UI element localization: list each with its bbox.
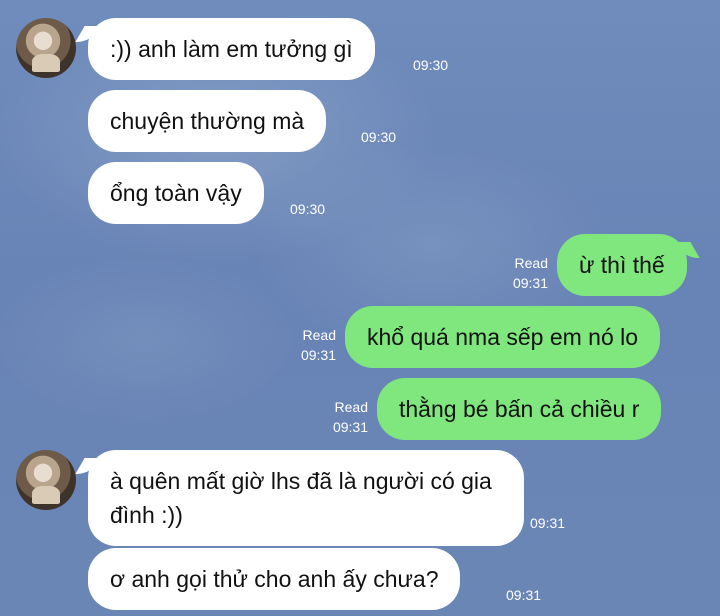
- contact-avatar[interactable]: [16, 450, 76, 510]
- message-time: 09:31: [300, 347, 336, 363]
- read-status: Read: [302, 327, 336, 343]
- message-text: ơ anh gọi thử cho anh ấy chưa?: [110, 566, 439, 592]
- message-text: ừ thì thế: [579, 252, 665, 278]
- message-text: chuyện thường mà: [110, 108, 305, 134]
- message-bubble-outgoing[interactable]: thằng bé bấn cả chiều r: [377, 378, 662, 440]
- message-bubble-incoming[interactable]: chuyện thường mà: [88, 90, 327, 152]
- message-time: 09:31: [332, 419, 368, 435]
- message-time: 09:31: [530, 515, 566, 531]
- message-text: khổ quá nma sếp em nó lo: [367, 324, 639, 350]
- message-time: 09:31: [506, 587, 542, 603]
- read-status: Read: [334, 399, 368, 415]
- message-time: 09:31: [512, 275, 548, 291]
- message-meta: Read 09:31: [320, 397, 368, 437]
- message-bubble-incoming[interactable]: :)) anh làm em tưởng gì: [88, 18, 375, 80]
- message-text: thằng bé bấn cả chiều r: [399, 396, 640, 422]
- read-status: Read: [514, 255, 548, 271]
- message-bubble-incoming[interactable]: à quên mất giờ lhs đã là người có gia đì…: [88, 450, 524, 546]
- message-meta: Read 09:31: [500, 253, 548, 293]
- message-bubble-outgoing[interactable]: ừ thì thế: [557, 234, 687, 296]
- message-time: 09:30: [413, 57, 449, 73]
- message-time: 09:30: [290, 201, 326, 217]
- message-bubble-incoming[interactable]: ổng toàn vậy: [88, 162, 264, 224]
- message-bubble-incoming[interactable]: ơ anh gọi thử cho anh ấy chưa?: [88, 548, 461, 610]
- message-meta: Read 09:31: [288, 325, 336, 365]
- message-text: à quên mất giờ lhs đã là người có gia đì…: [110, 468, 492, 528]
- message-time: 09:30: [361, 129, 397, 145]
- message-text: :)) anh làm em tưởng gì: [110, 36, 353, 62]
- message-bubble-outgoing[interactable]: khổ quá nma sếp em nó lo: [345, 306, 661, 368]
- contact-avatar[interactable]: [16, 18, 76, 78]
- message-text: ổng toàn vậy: [110, 180, 242, 206]
